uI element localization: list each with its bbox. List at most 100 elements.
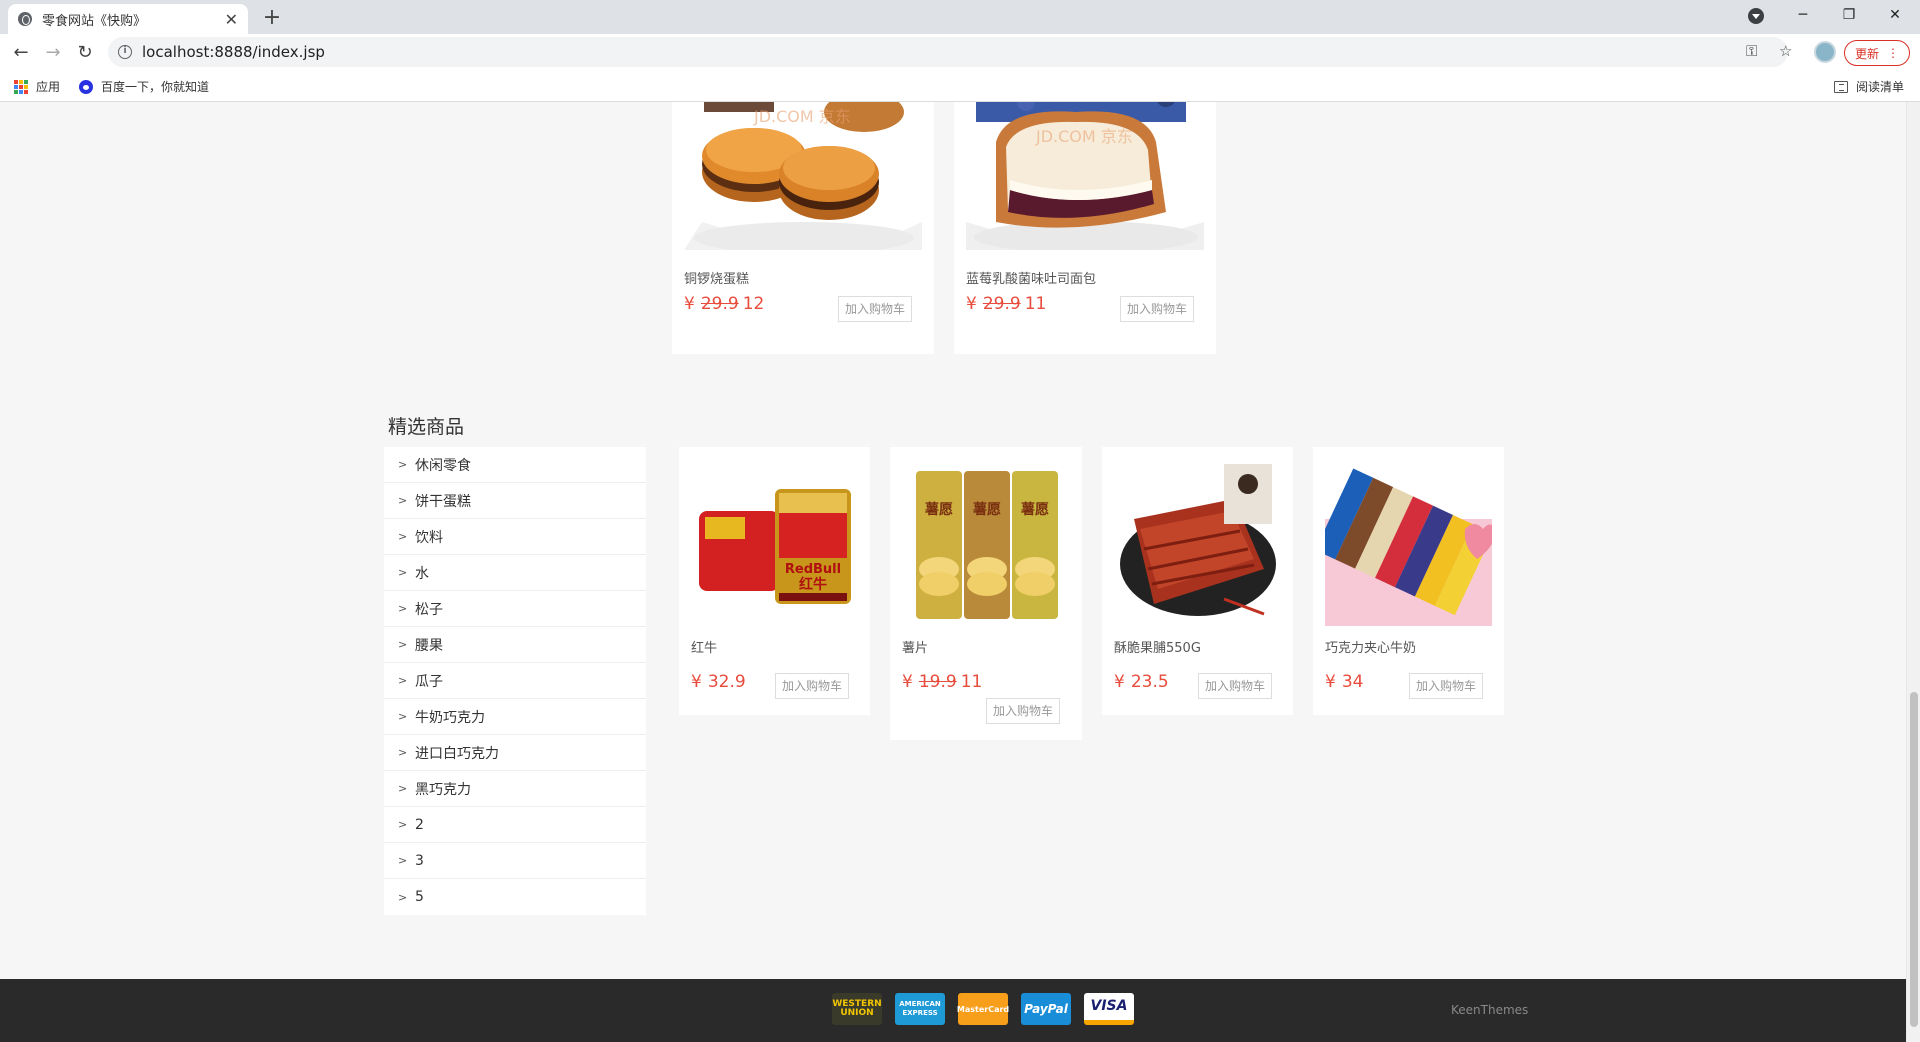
category-list: > 休闲零食 > 饼干蛋糕 > 饮料 > 水 > 松子 > 腰果 > 瓜子 > 牛奶巧克力 > 进… bbox=[384, 447, 646, 915]
restore-button[interactable]: ❐ bbox=[1826, 0, 1872, 34]
bookmark-label: 百度一下，你就知道 bbox=[101, 80, 210, 94]
category-item[interactable]: > 进口白巧克力 bbox=[384, 735, 646, 771]
category-item[interactable]: > 饮料 bbox=[384, 519, 646, 555]
product-price: ¥23.5 bbox=[1114, 672, 1169, 692]
dorayaki-image[interactable]: JD.COM 京东 bbox=[684, 102, 922, 250]
category-item[interactable]: > 瓜子 bbox=[384, 663, 646, 699]
product-card: 巧克力夹心牛奶 ¥34 加入购物车 bbox=[1313, 447, 1504, 715]
scrollbar-thumb[interactable] bbox=[1910, 692, 1918, 1027]
chevron-right-icon: > bbox=[398, 890, 408, 904]
chevron-right-icon: > bbox=[398, 566, 408, 579]
chocolate-bars-image[interactable] bbox=[1325, 459, 1492, 626]
current-price: 11 bbox=[1024, 294, 1047, 314]
footer: WESTERN UNION AMERICAN EXPRESS MasterCar… bbox=[0, 979, 1906, 1042]
product-name[interactable]: 蓝莓乳酸菌味吐司面包 bbox=[966, 268, 1096, 287]
close-tab-icon[interactable]: ✕ bbox=[225, 10, 238, 29]
address-bar[interactable]: i localhost:8888/index.jsp bbox=[108, 37, 1788, 67]
add-to-cart-button[interactable]: 加入购物车 bbox=[1409, 673, 1484, 699]
reading-list-button[interactable]: 阅读清单 bbox=[1834, 78, 1904, 95]
mastercard-icon: MasterCard bbox=[957, 993, 1009, 1025]
close-window-button[interactable]: ✕ bbox=[1872, 0, 1918, 34]
bookmark-star-icon[interactable]: ☆ bbox=[1779, 42, 1792, 60]
currency-symbol: ¥ bbox=[691, 672, 702, 692]
browser-tab-strip: 零食网站《快购》 ✕ + ─ ❐ ✕ bbox=[0, 0, 1920, 34]
category-item[interactable]: > 松子 bbox=[384, 591, 646, 627]
category-item[interactable]: > 牛奶巧克力 bbox=[384, 699, 646, 735]
reload-icon[interactable]: ↻ bbox=[72, 40, 98, 66]
current-price: 34 bbox=[1341, 672, 1364, 692]
old-price: 19.9 bbox=[918, 672, 957, 692]
new-tab-button[interactable]: + bbox=[258, 4, 286, 32]
product-name[interactable]: 巧克力夹心牛奶 bbox=[1325, 637, 1416, 656]
blueberry-toast-image[interactable]: JD.COM 京东 bbox=[966, 102, 1204, 250]
category-item[interactable]: > 饼干蛋糕 bbox=[384, 483, 646, 519]
category-item[interactable]: > 休闲零食 bbox=[384, 447, 646, 483]
category-label: 水 bbox=[415, 565, 429, 582]
key-icon[interactable]: ⚿ bbox=[1746, 42, 1757, 60]
category-item[interactable]: >3 bbox=[384, 843, 646, 879]
add-to-cart-button[interactable]: 加入购物车 bbox=[775, 673, 850, 699]
current-price: 12 bbox=[742, 294, 765, 314]
product-price: ¥19.9 11 bbox=[902, 672, 982, 692]
browser-toolbar: ← → ↻ i localhost:8888/index.jsp ⚿ ☆ bbox=[0, 34, 1920, 70]
bookmark-apps[interactable]: 应用 bbox=[14, 78, 60, 95]
category-label: 饮料 bbox=[415, 529, 443, 546]
category-item[interactable]: >2 bbox=[384, 807, 646, 843]
profile-avatar[interactable] bbox=[1814, 41, 1836, 63]
chevron-right-icon: > bbox=[398, 854, 408, 867]
redbull-cn-text: 红牛 bbox=[799, 576, 827, 593]
chevron-right-icon: > bbox=[398, 530, 408, 543]
page-scrollbar[interactable] bbox=[1906, 102, 1920, 1042]
watermark-text: JD.COM 京东 bbox=[753, 107, 851, 126]
browser-tab[interactable]: 零食网站《快购》 ✕ bbox=[8, 4, 248, 34]
add-to-cart-button[interactable]: 加入购物车 bbox=[1120, 296, 1195, 322]
redbull-brand-text: RedBull bbox=[785, 562, 841, 577]
product-name[interactable]: 铜锣烧蛋糕 bbox=[684, 268, 749, 287]
back-arrow-icon[interactable]: ← bbox=[8, 40, 34, 66]
site-info-icon[interactable]: i bbox=[118, 45, 132, 59]
add-to-cart-button[interactable]: 加入购物车 bbox=[986, 698, 1061, 724]
currency-symbol: ¥ bbox=[902, 672, 913, 692]
update-label: 更新 bbox=[1854, 46, 1879, 61]
current-price: 23.5 bbox=[1130, 672, 1169, 692]
minimize-button[interactable]: ─ bbox=[1780, 0, 1826, 34]
western-union-icon: WESTERN UNION bbox=[832, 993, 882, 1025]
update-button[interactable]: 更新 ⋮ bbox=[1844, 40, 1910, 66]
product-price: ¥34 bbox=[1325, 672, 1363, 692]
add-to-cart-button[interactable]: 加入购物车 bbox=[838, 296, 913, 322]
section-title: 精选商品 bbox=[388, 416, 465, 438]
add-to-cart-button[interactable]: 加入购物车 bbox=[1198, 673, 1273, 699]
product-name[interactable]: 红牛 bbox=[691, 637, 717, 656]
more-menu-icon[interactable]: ⋮ bbox=[1887, 46, 1899, 60]
chips-brand-text: 薯愿 bbox=[1020, 501, 1049, 518]
reading-list-label: 阅读清单 bbox=[1856, 80, 1905, 94]
product-name[interactable]: 薯片 bbox=[902, 637, 928, 656]
product-card: RedBull 红牛 红牛 ¥32.9 加入购物车 bbox=[679, 447, 870, 715]
category-label: 瓜子 bbox=[415, 673, 443, 690]
category-item[interactable]: >5 bbox=[384, 879, 646, 915]
redbull-image[interactable]: RedBull 红牛 bbox=[691, 459, 858, 626]
product-card: JD.COM 京东 蓝莓乳酸菌味吐司面包 ¥29.9 11 加入购物车 bbox=[954, 102, 1216, 354]
category-label: 3 bbox=[415, 852, 424, 869]
tab-search-icon[interactable] bbox=[1748, 8, 1764, 24]
reading-list-icon bbox=[1834, 80, 1848, 93]
category-item[interactable]: > 黑巧克力 bbox=[384, 771, 646, 807]
category-item[interactable]: > 腰果 bbox=[384, 627, 646, 663]
category-label: 松子 bbox=[415, 601, 443, 618]
baidu-paw-icon bbox=[79, 79, 93, 94]
bookmark-baidu[interactable]: 百度一下，你就知道 bbox=[79, 78, 209, 95]
dried-meat-image[interactable] bbox=[1114, 459, 1281, 626]
forward-arrow-icon[interactable]: → bbox=[40, 40, 66, 66]
potato-chips-image[interactable]: 薯愿 薯愿 薯愿 bbox=[902, 459, 1070, 626]
product-price: ¥29.9 12 bbox=[684, 294, 764, 314]
footer-brand[interactable]: KeenThemes bbox=[1451, 1003, 1528, 1017]
globe-icon bbox=[18, 12, 32, 26]
currency-symbol: ¥ bbox=[1114, 672, 1125, 692]
category-label: 休闲零食 bbox=[415, 457, 471, 474]
product-name[interactable]: 酥脆果脯550G bbox=[1114, 637, 1201, 656]
product-card: 酥脆果脯550G ¥23.5 加入购物车 bbox=[1102, 447, 1293, 715]
category-item[interactable]: > 水 bbox=[384, 555, 646, 591]
product-price: ¥32.9 bbox=[691, 672, 746, 692]
current-price: 11 bbox=[960, 672, 983, 692]
category-label: 腰果 bbox=[415, 637, 443, 654]
